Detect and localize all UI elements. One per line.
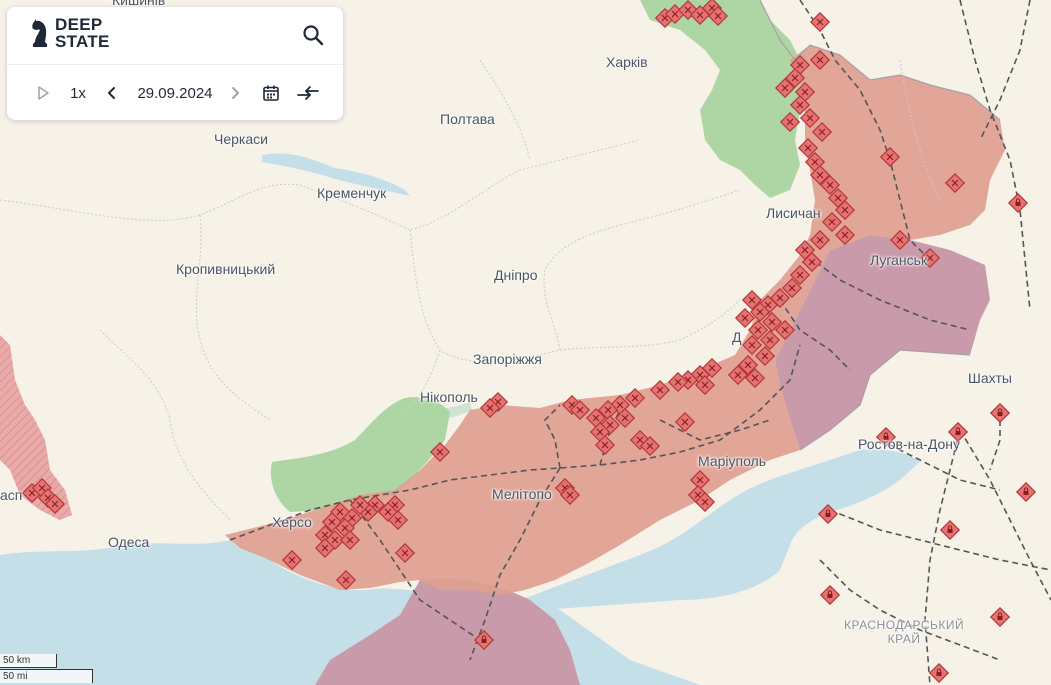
city-mariupol: Маріуполь [698,453,767,469]
logo-line1: DEEP [55,15,103,34]
region-krasnodar: КРАСНОДАРСЬКИЙ КРАЙ [844,618,964,646]
logo[interactable]: DEEP STATE [30,16,110,50]
city-luhansk: Луганськ [870,252,928,268]
city-cherkasy: Черкаси [214,131,268,147]
calendar-button[interactable] [260,79,282,107]
city-lysychansk: Лисичан [766,205,821,221]
city-shakhty: Шахты [968,370,1012,386]
play-icon [38,86,49,100]
scale-metric: 50 km [0,654,57,668]
region-krasnodar-line1: КРАСНОДАРСЬКИЙ [844,618,965,632]
date-display[interactable]: 29.09.2024 [131,79,219,107]
city-kharkiv: Харків [606,54,648,70]
knight-logo-icon [32,19,47,47]
prev-date-button[interactable] [103,79,121,107]
next-date-button[interactable] [226,79,244,107]
city-poltava: Полтава [440,111,495,127]
chevron-right-icon [232,87,239,99]
search-icon [303,25,324,46]
calendar-icon [263,85,279,101]
city-zaporizhzhia: Запоріжжя [473,351,542,367]
city-rostov: Ростов-на-Дону [858,436,960,452]
play-button[interactable] [31,79,55,107]
city-odesa: Одеса [108,534,150,550]
chevron-left-icon [108,87,115,99]
logo-line2: STATE [55,32,110,51]
compare-button[interactable] [294,79,322,107]
city-kremenchuk: Кременчук [317,185,387,201]
city-donetsk: Д [732,329,742,345]
city-nikopol: Нікополь [420,389,478,405]
compare-icon [297,86,319,100]
scale-imperial: 50 mi [0,669,93,683]
speed-button[interactable]: 1x [65,79,91,107]
search-button[interactable] [301,23,325,47]
city-dnipro: Дніпро [494,267,538,283]
panel-divider [7,64,343,65]
region-krasnodar-line2: КРАЙ [887,632,921,646]
city-tiraspol: асп [0,487,23,503]
city-melitopol: Мелітопо [492,486,552,502]
city-kherson: Херсо [272,514,312,530]
city-kropyvnytskyi: Кропивницький [176,261,276,277]
control-panel: DEEP STATE 1x 29.09.2024 [7,7,343,120]
logo-text: DEEP STATE [55,16,110,50]
